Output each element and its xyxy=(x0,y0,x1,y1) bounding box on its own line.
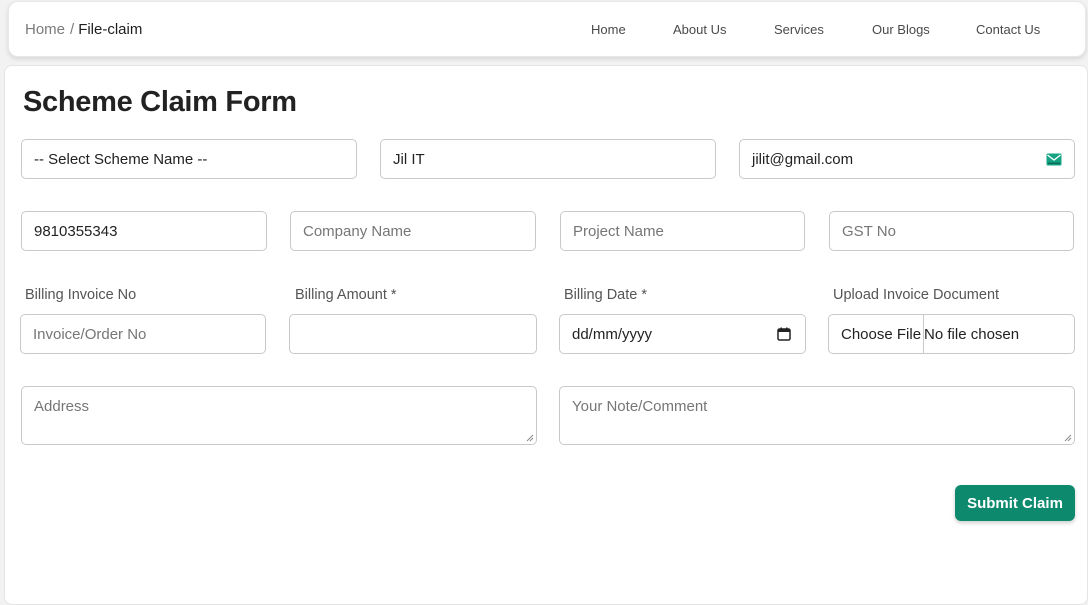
phone-field-value: 9810355343 xyxy=(34,222,118,240)
upload-invoice-field[interactable]: Choose File No file chosen xyxy=(828,314,1075,354)
gst-no-field[interactable]: GST No xyxy=(829,211,1074,251)
invoice-no-field[interactable]: Invoice/Order No xyxy=(20,314,266,354)
billing-date-label: Billing Date * xyxy=(564,287,648,303)
claim-form-card: Scheme Claim Form -- Select Scheme Name … xyxy=(4,65,1088,605)
nav-link-blogs[interactable]: Our Blogs xyxy=(872,22,930,37)
breadcrumb-separator: / xyxy=(70,21,75,38)
billing-date-field[interactable]: dd/mm/yyyy xyxy=(559,314,806,354)
resize-handle-icon[interactable] xyxy=(1064,434,1072,442)
billing-invoice-label: Billing Invoice No xyxy=(25,287,137,303)
billing-amount-field[interactable] xyxy=(289,314,537,354)
email-field[interactable]: jilit@gmail.com xyxy=(739,139,1075,179)
nav-link-about[interactable]: About Us xyxy=(673,22,726,37)
note-placeholder: Your Note/Comment xyxy=(572,398,708,415)
billing-date-placeholder: dd/mm/yyyy xyxy=(572,325,653,343)
calendar-icon[interactable] xyxy=(777,327,791,341)
email-field-value: jilit@gmail.com xyxy=(752,150,854,168)
project-name-placeholder: Project Name xyxy=(573,222,664,240)
address-placeholder: Address xyxy=(34,398,90,415)
nav-link-services[interactable]: Services xyxy=(774,22,824,37)
file-status-text: No file chosen xyxy=(924,325,1020,343)
note-textarea[interactable]: Your Note/Comment xyxy=(559,386,1075,445)
scheme-select-value: -- Select Scheme Name -- xyxy=(34,150,208,168)
upload-invoice-label: Upload Invoice Document xyxy=(833,287,1000,303)
breadcrumb-current: File-claim xyxy=(78,21,143,38)
envelope-icon xyxy=(1046,153,1062,166)
billing-amount-label: Billing Amount * xyxy=(295,287,397,303)
company-name-field[interactable]: Company Name xyxy=(290,211,536,251)
submit-claim-button[interactable]: Submit Claim xyxy=(955,485,1075,521)
address-textarea[interactable]: Address xyxy=(21,386,537,445)
top-navbar: Home / File-claim Home About Us Services O… xyxy=(8,1,1086,57)
phone-field[interactable]: 9810355343 xyxy=(21,211,267,251)
invoice-no-placeholder: Invoice/Order No xyxy=(33,325,147,343)
page-title: Scheme Claim Form xyxy=(23,86,297,118)
project-name-field[interactable]: Project Name xyxy=(560,211,805,251)
nav-link-contact[interactable]: Contact Us xyxy=(976,22,1040,37)
name-field-value: Jil IT xyxy=(393,150,425,168)
breadcrumb-home-link[interactable]: Home xyxy=(25,21,65,38)
choose-file-button[interactable]: Choose File xyxy=(841,315,925,353)
resize-handle-icon[interactable] xyxy=(526,434,534,442)
nav-link-home[interactable]: Home xyxy=(591,22,626,37)
name-field[interactable]: Jil IT xyxy=(380,139,716,179)
company-name-placeholder: Company Name xyxy=(303,222,412,240)
breadcrumb: Home / File-claim xyxy=(25,21,142,38)
gst-no-placeholder: GST No xyxy=(842,222,896,240)
scheme-select[interactable]: -- Select Scheme Name -- xyxy=(21,139,357,179)
